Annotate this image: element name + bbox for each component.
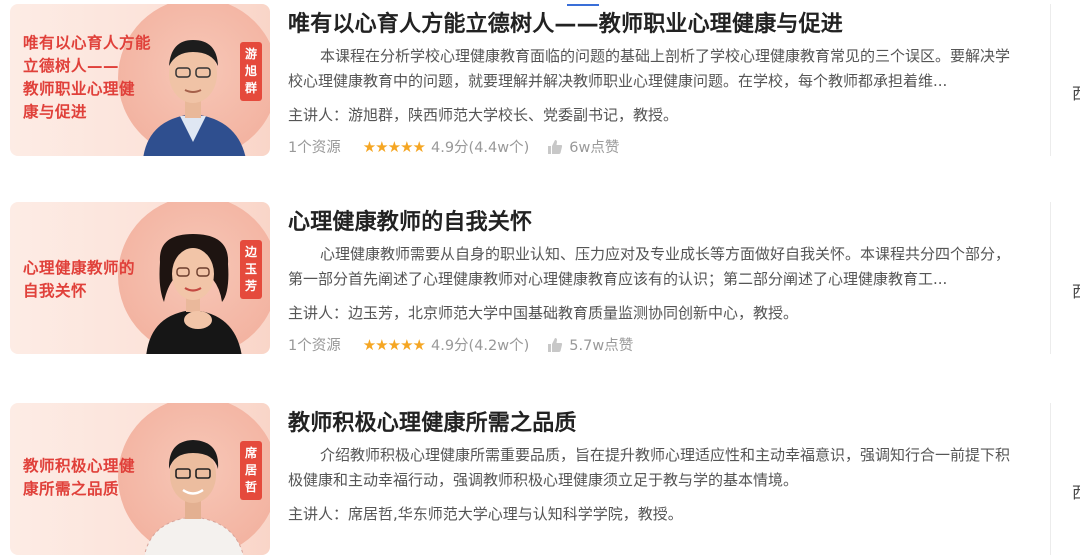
thumbnail-title: 教师积极心理健 康所需之品质 — [23, 457, 136, 498]
rating-score: 4.9分(4.2w个) — [430, 338, 530, 354]
course-title[interactable]: 心理健康教师的自我关怀 — [288, 204, 532, 236]
course-thumbnail[interactable]: 唯有以心育人方能 立德树人—— 教师职业心理健 康与促进 游 旭 群 — [10, 4, 270, 156]
right-column-text: 西 — [1072, 479, 1080, 503]
course-lecturer: 主讲人：游旭群，陕西师范大学校长、党委副书记，教授。 — [288, 106, 679, 124]
course-description: 心理健康教师需要从自身的职业认知、压力应对及专业成长等方面做好自我关怀。本课程共… — [288, 245, 1011, 288]
lecturer-photo — [143, 40, 246, 156]
course-thumbnail[interactable]: 教师积极心理健 康所需之品质 席 居 哲 — [10, 403, 270, 555]
right-column-text: 西 — [1072, 278, 1080, 302]
thumbnail-title: 心理健康教师的 自我关怀 — [23, 259, 136, 300]
course-card[interactable]: 教师积极心理健 康所需之品质 席 居 哲 教师积极心理健康所需之品质 介绍教师积… — [0, 403, 1080, 558]
lecturer-photo — [146, 234, 242, 354]
lecturer-name-tag: 边 玉 芳 — [240, 240, 262, 299]
resource-count: 1个资源 — [288, 140, 341, 156]
course-card[interactable]: 心理健康教师的 自我关怀 边 玉 芳 心理健康教师的自我关怀 心理健康教师需要从… — [0, 202, 1080, 357]
lecturer-name-tag: 席 居 哲 — [240, 441, 262, 500]
like-count: 6w点赞 — [569, 140, 620, 156]
star-rating: ★★★★★ — [362, 335, 426, 354]
right-column-text: 西 — [1072, 80, 1080, 104]
lecturer-photo — [144, 440, 244, 555]
course-description: 介绍教师积极心理健康所需重要品质，旨在提升教师心理适应性和主动幸福意识，强调知行… — [288, 446, 1011, 489]
course-lecturer: 主讲人：席居哲,华东师范大学心理与认知科学学院，教授。 — [288, 505, 683, 523]
lecturer-name-tag: 游 旭 群 — [240, 42, 262, 101]
like-count: 5.7w点赞 — [569, 338, 634, 354]
column-divider — [1050, 4, 1051, 156]
thumbs-up-icon[interactable] — [547, 337, 563, 353]
thumbs-up-icon[interactable] — [547, 139, 563, 155]
star-rating: ★★★★★ — [362, 137, 426, 156]
course-lecturer: 主讲人：边玉芳，北京师范大学中国基础教育质量监测协同创新中心，教授。 — [288, 304, 799, 322]
course-meta: 1个资源 ★★★★★ 4.9分(4.2w个) 5.7w点赞 — [288, 334, 633, 355]
course-description: 本课程在分析学校心理健康教育面临的问题的基础上剖析了学校心理健康教育常见的三个误… — [288, 47, 1011, 90]
course-thumbnail[interactable]: 心理健康教师的 自我关怀 边 玉 芳 — [10, 202, 270, 354]
resource-count: 1个资源 — [288, 338, 341, 354]
thumbnail-title: 唯有以心育人方能 立德树人—— 教师职业心理健 康与促进 — [23, 34, 152, 121]
course-card[interactable]: 唯有以心育人方能 立德树人—— 教师职业心理健 康与促进 游 旭 群 唯有以心育… — [0, 4, 1080, 159]
course-title[interactable]: 教师积极心理健康所需之品质 — [288, 405, 577, 437]
rating-score: 4.9分(4.4w个) — [430, 140, 530, 156]
column-divider — [1050, 403, 1051, 555]
course-meta: 1个资源 ★★★★★ 4.9分(4.4w个) 6w点赞 — [288, 136, 619, 157]
course-title[interactable]: 唯有以心育人方能立德树人——教师职业心理健康与促进 — [288, 6, 843, 38]
column-divider — [1050, 202, 1051, 354]
